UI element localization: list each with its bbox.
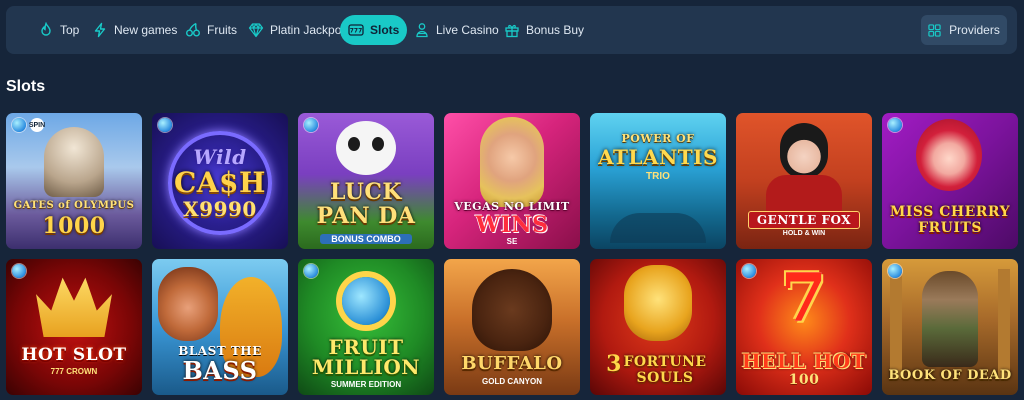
provider-badge-icon	[304, 264, 318, 278]
pillar-left	[890, 269, 902, 379]
game-title-main: ATLANTIS	[598, 145, 718, 169]
lightning-icon	[94, 22, 106, 38]
game-subtitle: GOLD CANYON	[482, 377, 542, 386]
providers-button[interactable]: Providers	[921, 15, 1007, 45]
category-nav: Top New games Fruits Platin Jackpots 777…	[6, 6, 1017, 54]
ruins-graphic	[610, 213, 706, 243]
game-tile-buffalo-gold-canyon[interactable]: BUFFALO GOLD CANYON	[444, 259, 580, 395]
game-title: LUCK	[329, 179, 403, 205]
game-title-main: CA$H	[174, 166, 266, 199]
cherry-girl-figure	[916, 119, 982, 191]
provider-badge-icon	[888, 118, 902, 132]
game-tile-gentle-fox[interactable]: GENTLE FOX HOLD & WIN	[736, 113, 872, 249]
game-tile-miss-cherry-fruits[interactable]: MISS CHERRY FRUITS	[882, 113, 1018, 249]
game-subtitle: BONUS COMBO	[320, 234, 412, 244]
svg-text:777: 777	[350, 28, 363, 35]
game-title: HELL HOT	[741, 349, 867, 373]
nav-item-label: Live Casino	[436, 23, 499, 37]
game-title-main: PAN DA	[316, 203, 416, 229]
grid-icon	[928, 23, 941, 37]
game-tile-power-of-atlantis[interactable]: POWER OF ATLANTIS TRIO	[590, 113, 726, 249]
nav-item-bonus-buy[interactable]: Bonus Buy	[496, 15, 592, 45]
kimono-graphic	[766, 175, 842, 215]
dealer-icon	[416, 23, 428, 38]
game-title: Wild	[193, 145, 247, 169]
game-title: BUFFALO	[461, 353, 563, 374]
game-title-main: WINS	[475, 212, 549, 238]
provider-badge-icon	[742, 264, 756, 278]
spin-badge-icon: SPIN	[29, 118, 45, 132]
panda-eye-right	[372, 137, 384, 151]
game-title: VEGAS NO LIMIT	[454, 200, 570, 213]
game-title: POWER OF	[621, 132, 695, 145]
flame-icon	[41, 22, 51, 36]
game-subtitle: TRIO	[646, 171, 670, 182]
nav-item-label: New games	[114, 23, 178, 37]
game-subtitle: 777 CROWN	[50, 367, 98, 376]
geisha-figure	[780, 123, 828, 179]
buffalo-figure	[472, 269, 552, 351]
gift-icon	[505, 24, 519, 38]
game-tile-vegas-no-limit-wins[interactable]: VEGAS NO LIMIT WINS SE	[444, 113, 580, 249]
nav-item-label: Fruits	[207, 23, 237, 37]
fisherman-figure	[158, 267, 218, 341]
zeus-figure	[44, 127, 104, 197]
game-title: HOT SLOT	[21, 345, 127, 365]
explorer-figure	[922, 271, 978, 367]
slot-777-icon: 777	[348, 24, 364, 36]
cherries-icon	[186, 22, 200, 37]
game-title: BOOK OF DEAD	[888, 368, 1012, 383]
game-tile-hot-slot-777-crown[interactable]: HOT SLOT 777 CROWN	[6, 259, 142, 395]
game-title: MISS CHERRY	[889, 204, 1011, 220]
seven-graphic: 7	[780, 259, 828, 337]
game-title-main: MILLION	[311, 355, 421, 379]
woman-figure	[480, 117, 544, 207]
game-tile-3-fortune-souls[interactable]: 3 FORTUNE SOULS	[590, 259, 726, 395]
game-tile-fruit-million[interactable]: FRUIT MILLION SUMMER EDITION	[298, 259, 434, 395]
bee-graphic	[342, 277, 390, 325]
game-subtitle: 100	[788, 372, 820, 388]
game-subtitle: 1000	[42, 213, 106, 239]
game-subtitle: X9990	[183, 197, 257, 221]
diamond-icon	[248, 23, 264, 38]
lucky-cat-figure	[624, 265, 692, 341]
provider-badge-icon	[12, 264, 26, 278]
provider-badge-icon	[888, 264, 902, 278]
game-subtitle: FRUITS	[918, 220, 982, 236]
nav-item-label: Top	[60, 23, 80, 37]
game-tile-blast-the-bass[interactable]: BLAST THE BASS	[152, 259, 288, 395]
game-subtitle: SOULS	[636, 370, 694, 386]
nav-item-label: Bonus Buy	[526, 23, 585, 37]
game-tile-gates-of-olympus[interactable]: SPIN GATES of OLYMPUS 1000	[6, 113, 142, 249]
nav-item-top[interactable]: Top	[30, 15, 87, 45]
game-title: GATES of OLYMPUS	[13, 200, 135, 211]
nav-item-label: Slots	[370, 23, 400, 37]
nav-item-slots[interactable]: 777 Slots	[340, 15, 408, 45]
pillar-right	[998, 269, 1010, 379]
game-title: FORTUNE	[623, 354, 707, 370]
game-tile-wild-cash[interactable]: Wild CA$H X9990	[152, 113, 288, 249]
game-subtitle: BASS	[182, 356, 258, 385]
panda-head	[336, 121, 396, 175]
nav-item-live-casino[interactable]: Live Casino	[406, 15, 507, 45]
panda-eye-left	[348, 137, 360, 151]
game-tile-hell-hot-100[interactable]: 7 HELL HOT 100	[736, 259, 872, 395]
provider-badge-icon	[304, 118, 318, 132]
provider-badge-icon	[158, 118, 172, 132]
game-subtitle: HOLD & WIN	[782, 230, 826, 237]
provider-badge-icon	[12, 118, 26, 132]
game-title: FRUIT	[328, 335, 404, 359]
nav-item-label: Platin Jackpots	[270, 23, 351, 37]
game-tile-book-of-dead[interactable]: BOOK OF DEAD	[882, 259, 1018, 395]
nav-item-new-games[interactable]: New games	[84, 15, 185, 45]
providers-label: Providers	[949, 23, 1000, 37]
game-subtitle: SUMMER EDITION	[330, 380, 402, 389]
game-title: GENTLE FOX	[748, 211, 860, 229]
section-title: Slots	[6, 78, 46, 95]
nav-item-fruits[interactable]: Fruits	[177, 15, 245, 45]
game-tile-luck-of-panda[interactable]: LUCK PAN DA BONUS COMBO	[298, 113, 434, 249]
game-subtitle: SE	[506, 237, 518, 246]
